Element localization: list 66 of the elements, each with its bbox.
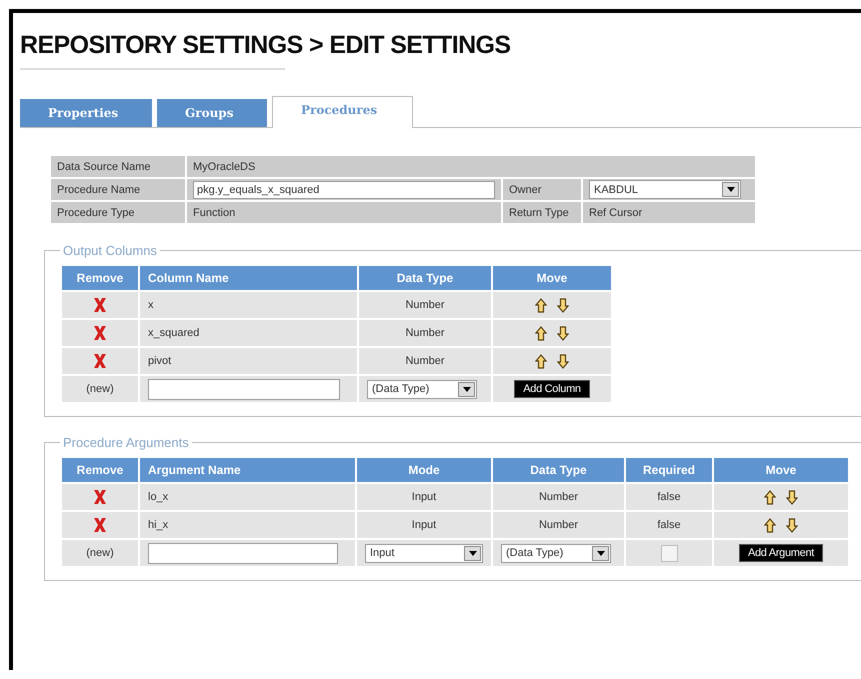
table-cell: (new) <box>62 376 138 402</box>
column-header: Remove <box>62 266 138 290</box>
text-field[interactable] <box>148 378 340 400</box>
add-argument-button[interactable]: Add Argument <box>738 544 824 562</box>
up-arrow-icon[interactable] <box>535 354 547 368</box>
down-arrow-icon[interactable] <box>557 298 569 312</box>
table-cell: false <box>626 512 712 538</box>
dropdown[interactable]: (Data Type) <box>501 544 611 562</box>
column-header: Data Type <box>359 266 491 290</box>
field-label: Return Type <box>503 202 581 223</box>
field-label: Procedure Type <box>51 202 185 223</box>
down-arrow-icon[interactable] <box>786 490 798 504</box>
caret-icon <box>722 182 739 197</box>
table-cell: lo_x <box>140 484 355 510</box>
caret-icon <box>458 382 475 396</box>
field-label: Owner <box>503 179 581 200</box>
dropdown[interactable]: Input <box>365 544 483 562</box>
field-value: Function <box>193 206 236 218</box>
table-cell: hi_x <box>140 512 355 538</box>
text-field[interactable]: pkg.y_equals_x_squared <box>193 180 495 198</box>
down-arrow-icon[interactable] <box>786 518 798 532</box>
text-field[interactable] <box>148 542 338 564</box>
table-cell: Number <box>359 292 491 318</box>
cross-icon[interactable] <box>94 518 106 532</box>
up-arrow-icon[interactable] <box>764 518 776 532</box>
column-header: Remove <box>62 458 138 482</box>
section-legend: Procedure Arguments <box>60 435 192 450</box>
table-cell: Input <box>357 512 491 538</box>
cross-icon[interactable] <box>94 490 106 504</box>
column-header: Column Name <box>140 266 357 290</box>
field-label: Procedure Name <box>51 179 185 200</box>
table-cell: pivot <box>140 348 357 374</box>
table-cell: (new) <box>62 540 138 566</box>
cross-icon[interactable] <box>94 326 106 340</box>
down-arrow-icon[interactable] <box>557 354 569 368</box>
column-header: Move <box>714 458 848 482</box>
page-title: REPOSITORY SETTINGS > EDIT SETTINGS <box>20 31 510 60</box>
dropdown[interactable]: KABDUL <box>589 180 741 199</box>
column-header: Argument Name <box>140 458 355 482</box>
up-arrow-icon[interactable] <box>535 326 547 340</box>
dropdown[interactable]: (Data Type) <box>367 380 477 398</box>
up-arrow-icon[interactable] <box>764 490 776 504</box>
add-column-button[interactable]: Add Column <box>514 380 590 398</box>
column-header: Mode <box>357 458 491 482</box>
table-cell: false <box>626 484 712 510</box>
field-label: Data Source Name <box>51 156 185 177</box>
table-cell: Number <box>359 320 491 346</box>
up-arrow-icon[interactable] <box>535 298 547 312</box>
table-cell: Number <box>359 348 491 374</box>
field-value: Ref Cursor <box>589 206 642 218</box>
table-cell: Number <box>493 512 624 538</box>
field-value: MyOracleDS <box>193 160 256 172</box>
column-header: Required <box>626 458 712 482</box>
caret-icon <box>592 546 609 560</box>
cross-icon[interactable] <box>94 298 106 312</box>
caret-icon <box>464 546 481 560</box>
table-cell: Input <box>357 484 491 510</box>
column-header: Data Type <box>493 458 624 482</box>
table-cell: x <box>140 292 357 318</box>
section-legend: Output Columns <box>60 243 160 258</box>
column-header: Move <box>493 266 611 290</box>
cross-icon[interactable] <box>94 354 106 368</box>
checkbox[interactable] <box>660 544 678 562</box>
table-cell: Number <box>493 484 624 510</box>
down-arrow-icon[interactable] <box>557 326 569 340</box>
table-cell: x_squared <box>140 320 357 346</box>
